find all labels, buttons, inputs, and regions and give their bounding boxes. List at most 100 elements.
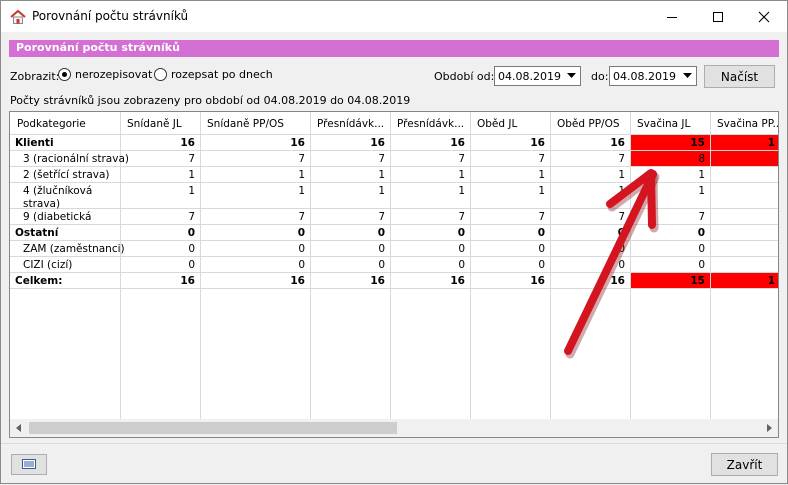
column-header[interactable]: Svačina JL xyxy=(637,118,691,130)
cell-value: 0 xyxy=(378,243,385,255)
column-header[interactable]: Přesnídávk... xyxy=(397,118,464,130)
cell-value: 1 xyxy=(298,185,305,197)
row-label: Klienti xyxy=(15,137,54,149)
cell-value: 0 xyxy=(458,227,465,239)
scroll-left-icon[interactable] xyxy=(10,419,27,437)
column-header[interactable]: Snídaně PP/OS xyxy=(207,118,284,130)
cell-value: 0 xyxy=(618,259,625,271)
chevron-down-icon[interactable] xyxy=(680,68,695,84)
cell-value: 1 xyxy=(378,185,385,197)
cell-value: 7 xyxy=(538,211,545,223)
cell-value: 8 xyxy=(698,153,705,165)
row-label: 4 (žlučníková xyxy=(23,185,92,197)
list-view-button[interactable] xyxy=(11,454,47,475)
maximize-icon xyxy=(712,11,724,23)
cell-value: 0 xyxy=(698,227,705,239)
house-icon xyxy=(10,9,26,25)
cell-value: 0 xyxy=(378,259,385,271)
radio-nerozepisovat[interactable]: nerozepisovat xyxy=(58,68,152,81)
cell-value: 16 xyxy=(180,275,195,287)
cell-value: 7 xyxy=(188,211,195,223)
cell-value: 1 xyxy=(298,169,305,181)
cell-value: 1 xyxy=(768,137,775,149)
cell-value: 1 xyxy=(188,185,195,197)
cell-value: 7 xyxy=(378,211,385,223)
row-label: CIZI (cizí) xyxy=(23,259,72,271)
cell-value: 1 xyxy=(618,185,625,197)
period-to-picker[interactable]: 04.08.2019 xyxy=(609,66,697,86)
info-text: Počty strávníků jsou zobrazeny pro obdob… xyxy=(10,94,411,107)
cell-value: 7 xyxy=(698,211,705,223)
cell-value: 7 xyxy=(618,211,625,223)
cell-value: 1 xyxy=(618,169,625,181)
radio-rozepsat-po-dnech[interactable]: rozepsat po dnech xyxy=(154,68,273,81)
cell-value: 0 xyxy=(458,259,465,271)
cell-value: 0 xyxy=(538,243,545,255)
cell-value: 1 xyxy=(188,169,195,181)
cell-value: 0 xyxy=(298,227,305,239)
scroll-right-icon[interactable] xyxy=(761,419,778,437)
cell-value: 0 xyxy=(618,243,625,255)
row-label: 9 (diabetická xyxy=(23,211,91,223)
row-label: Ostatní xyxy=(15,227,60,239)
cell-value: 1 xyxy=(458,169,465,181)
cell-value: 16 xyxy=(290,275,305,287)
column-header[interactable]: Oběd JL xyxy=(477,118,517,130)
column-header[interactable]: Podkategorie xyxy=(17,118,86,130)
cell-value: 15 xyxy=(690,275,705,287)
cell-value: 0 xyxy=(378,227,385,239)
column-header[interactable]: Oběd PP/OS xyxy=(557,118,620,130)
display-label: Zobrazit: xyxy=(10,70,60,83)
cell-value: 16 xyxy=(610,137,625,149)
cell-value: 1 xyxy=(698,169,705,181)
row-label: Celkem: xyxy=(15,275,62,287)
cell-value: 1 xyxy=(378,169,385,181)
row-label: ZAM (zaměstnanci) xyxy=(23,243,125,255)
cell-value: 7 xyxy=(458,211,465,223)
cell-value: 1 xyxy=(458,185,465,197)
column-header[interactable]: Přesnídávk... xyxy=(317,118,384,130)
period-to-label: do: xyxy=(591,70,609,83)
title-bar[interactable]: Porovnání počtu strávníků xyxy=(1,1,787,32)
maximize-button[interactable] xyxy=(695,1,741,32)
column-header[interactable]: Svačina PP... xyxy=(717,118,778,130)
cell-value: 0 xyxy=(618,227,625,239)
list-icon xyxy=(22,458,36,472)
radio-unchecked-icon xyxy=(154,68,167,81)
cell-value: 16 xyxy=(450,275,465,287)
row-label: 2 (šetřící strava) xyxy=(23,169,110,181)
row-label: 3 (racionální strava) xyxy=(23,153,129,165)
cell-value: 15 xyxy=(690,137,705,149)
data-grid[interactable]: Podkategorie Snídaně JL Snídaně PP/OS Přesn… xyxy=(9,111,779,438)
cell-value: 0 xyxy=(298,243,305,255)
cell-value: 16 xyxy=(370,137,385,149)
period-from-label: Období od: xyxy=(434,70,495,83)
horizontal-scrollbar[interactable] xyxy=(10,419,778,437)
cell-value: 1 xyxy=(698,185,705,197)
chevron-down-icon[interactable] xyxy=(564,68,579,84)
cell-value: 7 xyxy=(298,211,305,223)
close-dialog-button[interactable]: Zavřít xyxy=(711,453,778,476)
cell-value: 0 xyxy=(188,227,195,239)
scrollbar-thumb[interactable] xyxy=(29,422,397,434)
load-button[interactable]: Načíst xyxy=(704,65,775,88)
column-header[interactable]: Snídaně JL xyxy=(127,118,182,130)
cell-value: 16 xyxy=(370,275,385,287)
cell-value: 0 xyxy=(458,243,465,255)
radio-label: nerozepisovat xyxy=(75,68,153,81)
radio-label: rozepsat po dnech xyxy=(171,68,273,81)
cell-value: 16 xyxy=(450,137,465,149)
close-button[interactable] xyxy=(741,1,787,32)
cell-value: 1 xyxy=(538,169,545,181)
section-header: Porovnání počtu strávníků xyxy=(9,40,779,57)
cell-value: 16 xyxy=(530,275,545,287)
cell-value: 16 xyxy=(610,275,625,287)
period-from-picker[interactable]: 04.08.2019 xyxy=(494,66,581,86)
close-icon xyxy=(758,11,770,23)
cell-value: 0 xyxy=(188,243,195,255)
period-to-value: 04.08.2019 xyxy=(613,70,676,83)
cell-value: 1 xyxy=(768,275,775,287)
minimize-button[interactable] xyxy=(649,1,695,32)
cell-value: 7 xyxy=(188,153,195,165)
cell-value: 1 xyxy=(538,185,545,197)
